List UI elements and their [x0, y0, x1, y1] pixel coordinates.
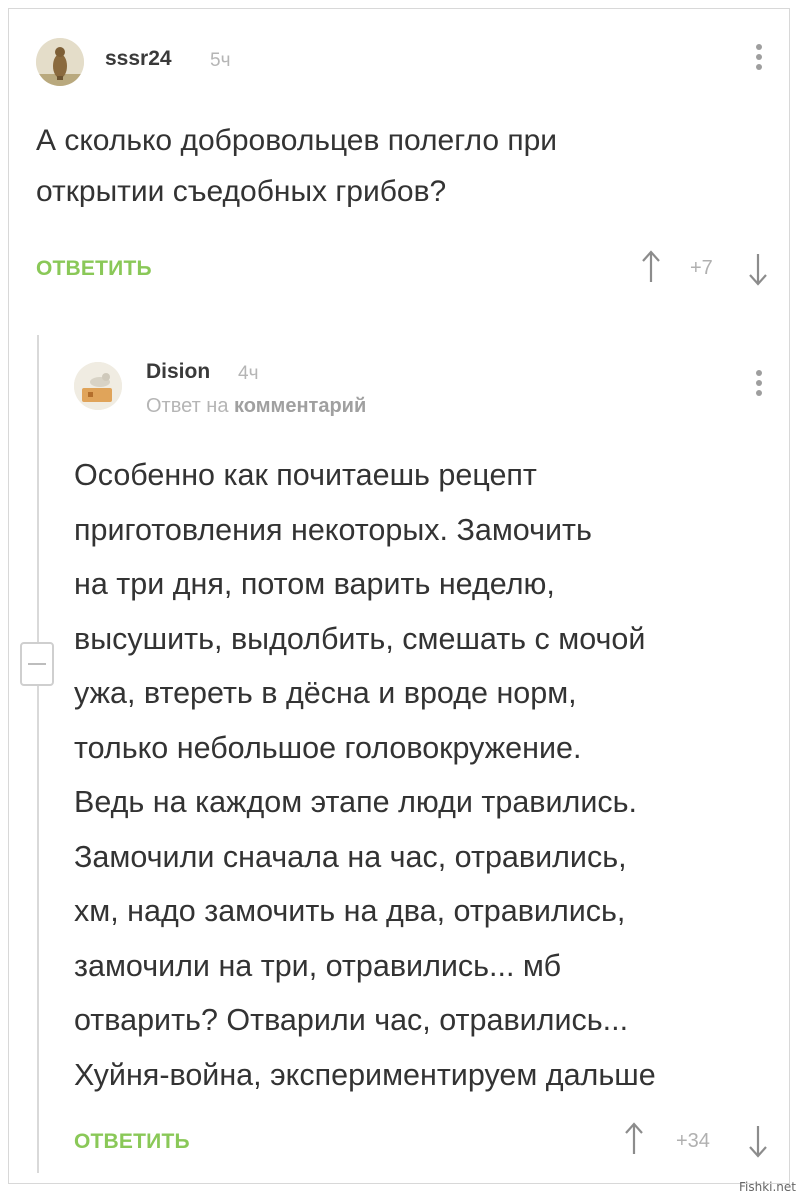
reply-text-line: ужа, втереть в дёсна и вроде норм, — [74, 676, 577, 710]
arrow-up-icon[interactable] — [624, 1122, 644, 1156]
reply-text-line: высушить, выдолбить, смешать с мочой — [74, 621, 646, 656]
avatar-image — [36, 38, 84, 86]
reply-to-link[interactable]: комментарий — [234, 395, 366, 417]
arrow-down-icon[interactable] — [748, 252, 768, 286]
reply-text-line: Ведь на каждом этапе люди травились. — [74, 785, 637, 819]
reply-to-prefix: Ответ на — [146, 395, 229, 417]
reply-text: Особенно как почитаешь рецепт приготовле… — [74, 448, 774, 1102]
avatar[interactable] — [74, 362, 122, 410]
arrow-down-icon[interactable] — [748, 1124, 768, 1158]
reply-text-line: отварить? Отварили час, отравились... — [74, 1003, 629, 1037]
watermark: Fishki.net — [738, 1180, 796, 1194]
comment-text: А сколько добровольцев полегло при откры… — [36, 115, 756, 217]
reply-text-line: приготовления некоторых. Замочить — [74, 512, 592, 547]
reply-text-line: Хуйня-война, экспериментируем дальше — [74, 1057, 656, 1092]
reply-text-line: Замочили сначала на час, отравились, — [74, 839, 627, 874]
reply-text-line: замочили на три, отравились... мб — [74, 948, 562, 983]
reply-author[interactable]: Dision — [146, 360, 210, 384]
reply-text-line: хм, надо замочить на два, отравились, — [74, 894, 626, 928]
reply-button[interactable]: ОТВЕТИТЬ — [36, 257, 152, 281]
comment-author[interactable]: sssr24 — [105, 47, 172, 71]
comment-text-line: А сколько добровольцев полегло при — [36, 124, 558, 157]
thread-line — [37, 335, 39, 1173]
comment-time: 5ч — [210, 50, 231, 71]
arrow-up-icon[interactable] — [641, 250, 661, 284]
reply-text-line: на три дня, потом варить неделю, — [74, 567, 555, 601]
comment-text-line: открытии съедобных грибов? — [36, 175, 447, 208]
comment-rating: +7 — [690, 257, 713, 279]
avatar[interactable] — [36, 38, 84, 86]
reply-rating: +34 — [676, 1130, 710, 1152]
reply-to-label: Ответ на комментарий — [146, 395, 366, 418]
reply-button[interactable]: ОТВЕТИТЬ — [74, 1130, 190, 1154]
reply-time: 4ч — [238, 363, 259, 384]
avatar-image — [74, 362, 122, 410]
vertical-dots-icon[interactable] — [752, 366, 766, 406]
reply-text-line: только небольшое головокружение. — [74, 730, 582, 765]
reply-text-line: Особенно как почитаешь рецепт — [74, 458, 537, 492]
vertical-dots-icon[interactable] — [752, 40, 766, 80]
collapse-minus-icon[interactable] — [20, 642, 54, 686]
